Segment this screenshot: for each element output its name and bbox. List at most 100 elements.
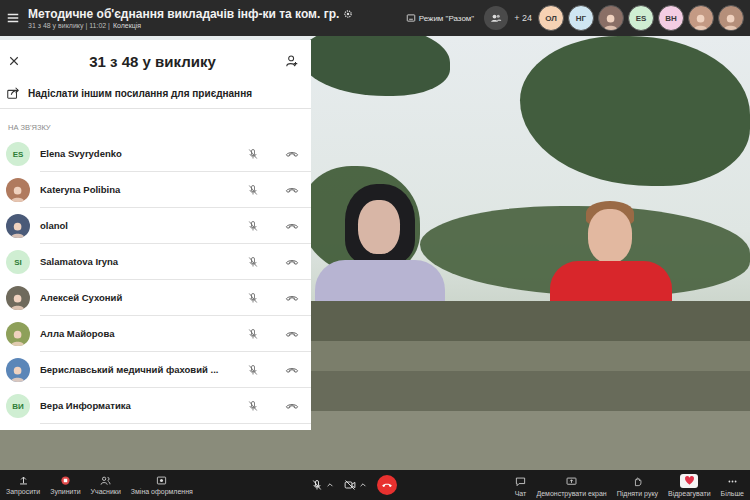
- toolbar-button[interactable]: Зупинити: [50, 475, 80, 495]
- people-button[interactable]: [484, 6, 508, 30]
- stop-icon: [60, 475, 71, 486]
- header-avatar[interactable]: НГ: [568, 5, 594, 31]
- title-area: Методичне об'єднання викладачів інф-ки т…: [6, 7, 353, 29]
- react-icon: [684, 475, 695, 486]
- participant-row[interactable]: Kateryna Polibina: [0, 172, 311, 208]
- participant-row-body: Вера Информатика: [40, 388, 311, 424]
- participants-panel: 31 з 48 у викликуНадіслати іншим посилан…: [0, 40, 311, 430]
- effects-icon: [156, 475, 167, 486]
- end-call-button[interactable]: [377, 475, 397, 495]
- mic-off-icon[interactable]: [247, 148, 259, 160]
- toolbar-button[interactable]: Більше: [721, 476, 744, 497]
- invite-link-row[interactable]: Надіслати іншим посилання для приєднання: [0, 80, 311, 109]
- participant-row[interactable]: olanol: [0, 208, 311, 244]
- share-link-icon: [6, 86, 20, 100]
- participant-video-man: [550, 201, 672, 304]
- participant-row[interactable]: SISalamatova Iryna: [0, 244, 311, 280]
- toolbar-label: Учасники: [91, 488, 121, 495]
- together-mode-label: Режим "Разом": [419, 14, 475, 23]
- participant-name: Вера Информатика: [40, 400, 221, 411]
- mic-off-icon[interactable]: [247, 184, 259, 196]
- toolbar-button[interactable]: Відреагувати: [668, 474, 711, 497]
- toolbar-button[interactable]: Підняти руку: [617, 476, 658, 497]
- hang-up-icon[interactable]: [285, 147, 299, 161]
- toolbar-label: Більше: [721, 490, 744, 497]
- participant-list: ESElena Svyrydenko Kateryna Polibina olano…: [0, 136, 311, 424]
- avatar-initials: ВН: [665, 14, 677, 23]
- participant-name: Бериславський медичний фаховий ...: [40, 364, 221, 375]
- participant-avatar: [6, 286, 30, 310]
- mic-off-icon[interactable]: [247, 328, 259, 340]
- caret-up-icon[interactable]: [359, 481, 367, 489]
- hang-up-icon[interactable]: [285, 291, 299, 305]
- mic-off-icon[interactable]: [247, 364, 259, 376]
- toolbar-button[interactable]: Чат: [514, 476, 526, 497]
- toolbar-right-group: Чат Демонструвати екран Підняти руку Відреа…: [514, 474, 744, 497]
- mic-off-icon[interactable]: [247, 220, 259, 232]
- gear-icon[interactable]: [343, 9, 353, 19]
- participant-name: Kateryna Polibina: [40, 184, 221, 195]
- extra-participants-count[interactable]: + 24: [514, 13, 532, 23]
- invite-link-label: Надіслати іншим посилання для приєднання: [28, 88, 252, 99]
- header-avatar[interactable]: ВН: [658, 5, 684, 31]
- toolbar-button[interactable]: Демонструвати екран: [536, 476, 606, 497]
- person-photo-icon: [8, 183, 27, 202]
- toolbar-button[interactable]: Учасники: [91, 475, 121, 495]
- video-button[interactable]: [344, 479, 367, 491]
- body-shape: [550, 261, 672, 304]
- participant-row-body: Salamatova Iryna: [40, 244, 311, 280]
- add-person-icon[interactable]: [285, 54, 299, 68]
- participant-row-body: Elena Svyrydenko: [40, 136, 311, 172]
- participant-avatar: [6, 178, 30, 202]
- participant-name: Elena Svyrydenko: [40, 148, 221, 159]
- toolbar-label: Чат: [515, 490, 527, 497]
- header-avatar[interactable]: ОЛ: [538, 5, 564, 31]
- toolbar-button[interactable]: Зміна оформлення: [131, 475, 193, 495]
- header-avatar[interactable]: ES: [628, 5, 654, 31]
- toolbar-button[interactable]: Запросити: [6, 475, 40, 495]
- hang-up-icon[interactable]: [285, 327, 299, 341]
- together-mode-button[interactable]: Режим "Разом": [402, 10, 479, 26]
- call-toolbar: Запросити Зупинити Учасники Зміна оформленн…: [0, 470, 750, 500]
- participant-row[interactable]: Бериславський медичний фаховий ...: [0, 352, 311, 388]
- mic-button[interactable]: [311, 479, 334, 491]
- person-photo-icon: [601, 11, 620, 30]
- participant-avatar: [6, 358, 30, 382]
- participant-row-body: Алексей Сухоний: [40, 280, 311, 316]
- person-photo-icon: [721, 11, 740, 30]
- camera-off-icon: [344, 479, 356, 491]
- share-icon: [566, 476, 577, 487]
- hand-icon: [632, 476, 643, 487]
- hang-up-icon[interactable]: [285, 363, 299, 377]
- hang-up-icon[interactable]: [285, 183, 299, 197]
- menu-icon[interactable]: [6, 11, 20, 25]
- hang-up-icon[interactable]: [285, 219, 299, 233]
- participant-row[interactable]: Алексей Сухоний: [0, 280, 311, 316]
- collection-link[interactable]: Колекція: [113, 22, 141, 29]
- caret-up-icon[interactable]: [326, 481, 334, 489]
- participant-row[interactable]: ВИВера Информатика: [0, 388, 311, 424]
- header-avatar[interactable]: [598, 5, 624, 31]
- header-avatar[interactable]: [718, 5, 744, 31]
- mic-off-icon[interactable]: [247, 400, 259, 412]
- skype-call-window: Методичне об'єднання викладачів інф-ки т…: [0, 0, 750, 500]
- mic-off-icon[interactable]: [247, 256, 259, 268]
- toolbar-icon-tile: [514, 476, 526, 488]
- participant-row[interactable]: ESElena Svyrydenko: [0, 136, 311, 172]
- toolbar-left-group: Запросити Зупинити Учасники Зміна оформленн…: [6, 475, 193, 495]
- invite-icon: [18, 475, 29, 486]
- hang-up-icon[interactable]: [285, 255, 299, 269]
- toolbar-icon-tile: [631, 476, 643, 488]
- participant-row-body: Бериславський медичний фаховий ...: [40, 352, 311, 388]
- hang-up-icon[interactable]: [285, 399, 299, 413]
- participant-name: Salamatova Iryna: [40, 256, 221, 267]
- header-avatar[interactable]: [688, 5, 714, 31]
- participant-row[interactable]: Алла Майорова: [0, 316, 311, 352]
- mic-off-icon[interactable]: [247, 292, 259, 304]
- people-icon: [490, 12, 502, 24]
- avatar-initials: НГ: [576, 14, 586, 23]
- video-stage: 31 з 48 у викликуНадіслати іншим посилан…: [0, 36, 750, 470]
- close-icon[interactable]: [8, 55, 20, 67]
- body-shape: [315, 260, 445, 304]
- chat-icon: [515, 476, 526, 487]
